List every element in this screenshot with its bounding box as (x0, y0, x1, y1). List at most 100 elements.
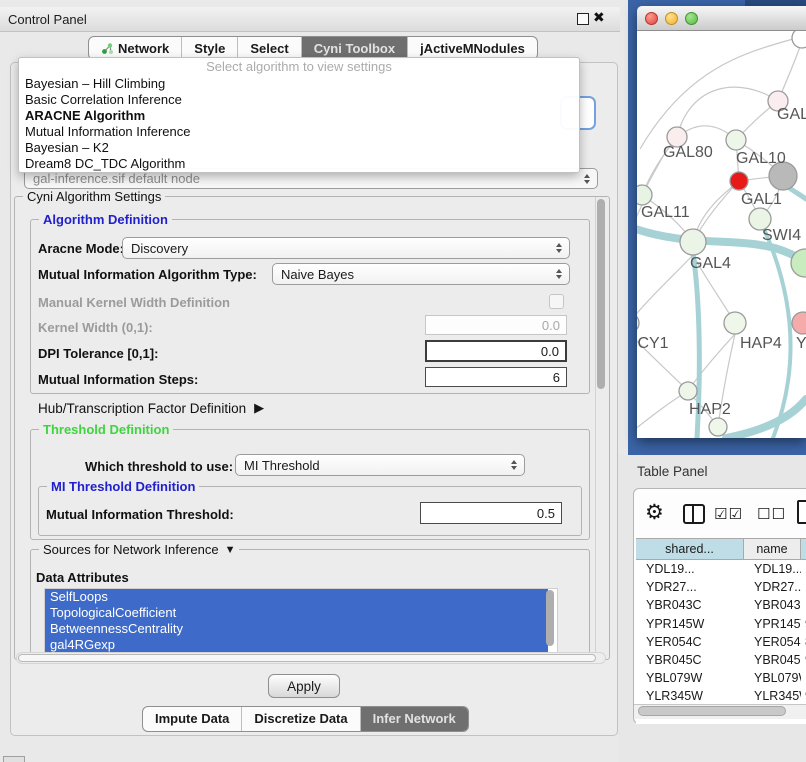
cell-shared-name[interactable]: YBR045C (636, 651, 744, 669)
node-y[interactable] (792, 312, 806, 334)
cell-name[interactable]: YLR345W (744, 687, 801, 705)
cell-shared-name[interactable]: YER054C (636, 633, 744, 651)
table-row[interactable]: YER054C YER054C 8. (636, 633, 806, 651)
dropdown-item[interactable]: Dream8 DC_TDC Algorithm (19, 156, 579, 172)
zoom-traffic-light-icon[interactable] (685, 12, 698, 25)
float-window-icon[interactable] (577, 13, 589, 25)
mi-type-combobox[interactable]: Naive Bayes (272, 263, 570, 285)
cell-value[interactable]: 9. (801, 615, 806, 633)
collapsed-widget[interactable] (3, 756, 25, 762)
tab-select[interactable]: Select (237, 37, 300, 59)
cell-value[interactable] (801, 596, 806, 614)
cell-name[interactable]: YBR045C (744, 651, 801, 669)
node-hap2[interactable] (679, 382, 697, 400)
cell-shared-name[interactable]: YDR27... (636, 578, 744, 596)
node-gcy1[interactable] (637, 313, 639, 333)
split-panel-icon[interactable] (683, 504, 705, 524)
node-gal11[interactable] (637, 185, 652, 205)
dpi-tolerance-input[interactable]: 0.0 (425, 340, 567, 362)
dropdown-item[interactable]: Bayesian – Hill Climbing (19, 76, 579, 92)
cell-shared-name[interactable]: YPR145W (636, 615, 744, 633)
hub-definition-expander[interactable]: Hub/Transcription Factor Definition ▶ (38, 400, 264, 416)
attribute-item[interactable]: SelfLoops (45, 589, 548, 605)
cell-value[interactable]: 9. (801, 651, 806, 669)
cell-value[interactable]: 9. (801, 687, 806, 705)
table-row[interactable]: YBR045C YBR045C 9. (636, 651, 806, 669)
aracne-mode-combobox[interactable]: Discovery (122, 237, 570, 259)
table-row[interactable]: YBR043C YBR043C (636, 596, 806, 614)
cell-shared-name[interactable]: YBR043C (636, 596, 744, 614)
algorithm-definition-title: Algorithm Definition (39, 212, 172, 227)
attribute-item[interactable]: TopologicalCoefficient (45, 605, 548, 621)
which-threshold-combobox[interactable]: MI Threshold (235, 454, 525, 476)
mi-steps-label: Mutual Information Steps: (38, 372, 198, 387)
attribute-item[interactable]: gal4RGexp (45, 637, 548, 653)
manual-kernel-width-checkbox[interactable] (549, 294, 564, 309)
table-row[interactable]: YBL079W YBL079W (636, 669, 806, 687)
kernel-width-input[interactable]: 0.0 (425, 315, 567, 335)
dropdown-item[interactable]: Mutual Information Inference (19, 124, 579, 140)
cell-value[interactable]: 8. (801, 633, 806, 651)
cell-shared-name[interactable]: YDL19... (636, 560, 744, 578)
mi-steps-input[interactable]: 6 (425, 367, 567, 387)
column-header-name[interactable]: name (744, 538, 801, 560)
node-hap4[interactable] (724, 312, 746, 334)
close-icon[interactable]: ✖ (593, 9, 605, 26)
network-canvas[interactable]: GAL GAL80 GAL10 GAL1 GAL11 SWI4 GAL4 GCY… (637, 31, 806, 438)
dropdown-item[interactable]: Basic Correlation Inference (19, 92, 579, 108)
cell-name[interactable]: YBR043C (744, 596, 801, 614)
table-row[interactable]: YDL19... YDL19... 13 (636, 560, 806, 578)
node-label: GAL11 (641, 204, 690, 221)
cell-shared-name[interactable]: YBL079W (636, 669, 744, 687)
apply-button[interactable]: Apply (268, 674, 340, 698)
node-gal4[interactable] (680, 229, 706, 255)
tab-cyni-toolbox[interactable]: Cyni Toolbox (301, 37, 407, 59)
table-row[interactable]: YDR27... YDR27... 12 (636, 578, 806, 596)
data-attributes-list: SelfLoops TopologicalCoefficient Between… (44, 588, 558, 654)
cell-value[interactable] (801, 669, 806, 687)
tab-impute-data[interactable]: Impute Data (143, 707, 241, 731)
minimize-traffic-light-icon[interactable] (665, 12, 678, 25)
select-columns-icon[interactable]: ☑☑ (714, 505, 743, 523)
tab-jactivemnodules[interactable]: jActiveMNodules (407, 37, 537, 59)
node-gal1[interactable] (730, 172, 748, 190)
cell-value[interactable]: 12 (801, 578, 806, 596)
settings-horizontal-scrollbar-thumb[interactable] (18, 654, 596, 662)
table-row[interactable]: YLR345W YLR345W 9. (636, 687, 806, 705)
node[interactable] (709, 418, 727, 436)
node[interactable] (792, 31, 806, 48)
cell-name[interactable]: YDL19... (744, 560, 801, 578)
cell-name[interactable]: YER054C (744, 633, 801, 651)
cell-name[interactable]: YPR145W (744, 615, 801, 633)
list-vertical-scrollbar[interactable] (546, 590, 554, 646)
dropdown-item[interactable]: Bayesian – K2 (19, 140, 579, 156)
table-horizontal-scrollbar-thumb[interactable] (638, 706, 786, 716)
tab-infer-network[interactable]: Infer Network (360, 707, 468, 731)
settings-vertical-scrollbar-thumb[interactable] (597, 199, 605, 389)
cell-name[interactable]: YBL079W (744, 669, 801, 687)
tab-style[interactable]: Style (181, 37, 237, 59)
node-gal10[interactable] (726, 130, 746, 150)
sources-title-text: Sources for Network Inference (43, 542, 219, 557)
table-row[interactable]: YPR145W YPR145W 9. (636, 615, 806, 633)
attribute-item[interactable]: BetweennessCentrality (45, 621, 548, 637)
column-header-shared-name[interactable]: shared... (636, 538, 744, 560)
close-traffic-light-icon[interactable] (645, 12, 658, 25)
network-window-titlebar[interactable] (637, 6, 806, 31)
sources-group-title[interactable]: Sources for Network Inference ▼ (39, 542, 239, 557)
gear-icon[interactable]: ⚙ (645, 500, 664, 525)
function-builder-icon[interactable] (797, 500, 806, 524)
tab-cyni-toolbox-label: Cyni Toolbox (314, 41, 395, 56)
cell-name[interactable]: YDR27... (744, 578, 801, 596)
dropdown-prompt: Select algorithm to view settings (19, 58, 579, 76)
mi-threshold-input[interactable]: 0.5 (420, 502, 562, 524)
dropdown-item-selected[interactable]: ARACNE Algorithm (19, 108, 579, 124)
cell-shared-name[interactable]: YLR345W (636, 687, 744, 705)
dpi-tolerance-label: DPI Tolerance [0,1]: (38, 346, 158, 361)
table-body: YDL19... YDL19... 13 YDR27... YDR27... 1… (636, 560, 806, 724)
tab-discretize-data[interactable]: Discretize Data (241, 707, 359, 731)
column-header-partial[interactable] (801, 538, 806, 560)
cell-value[interactable]: 13 (801, 560, 806, 578)
tab-network[interactable]: Network (89, 37, 181, 59)
deselect-columns-icon[interactable]: ☐☐ (757, 505, 786, 523)
